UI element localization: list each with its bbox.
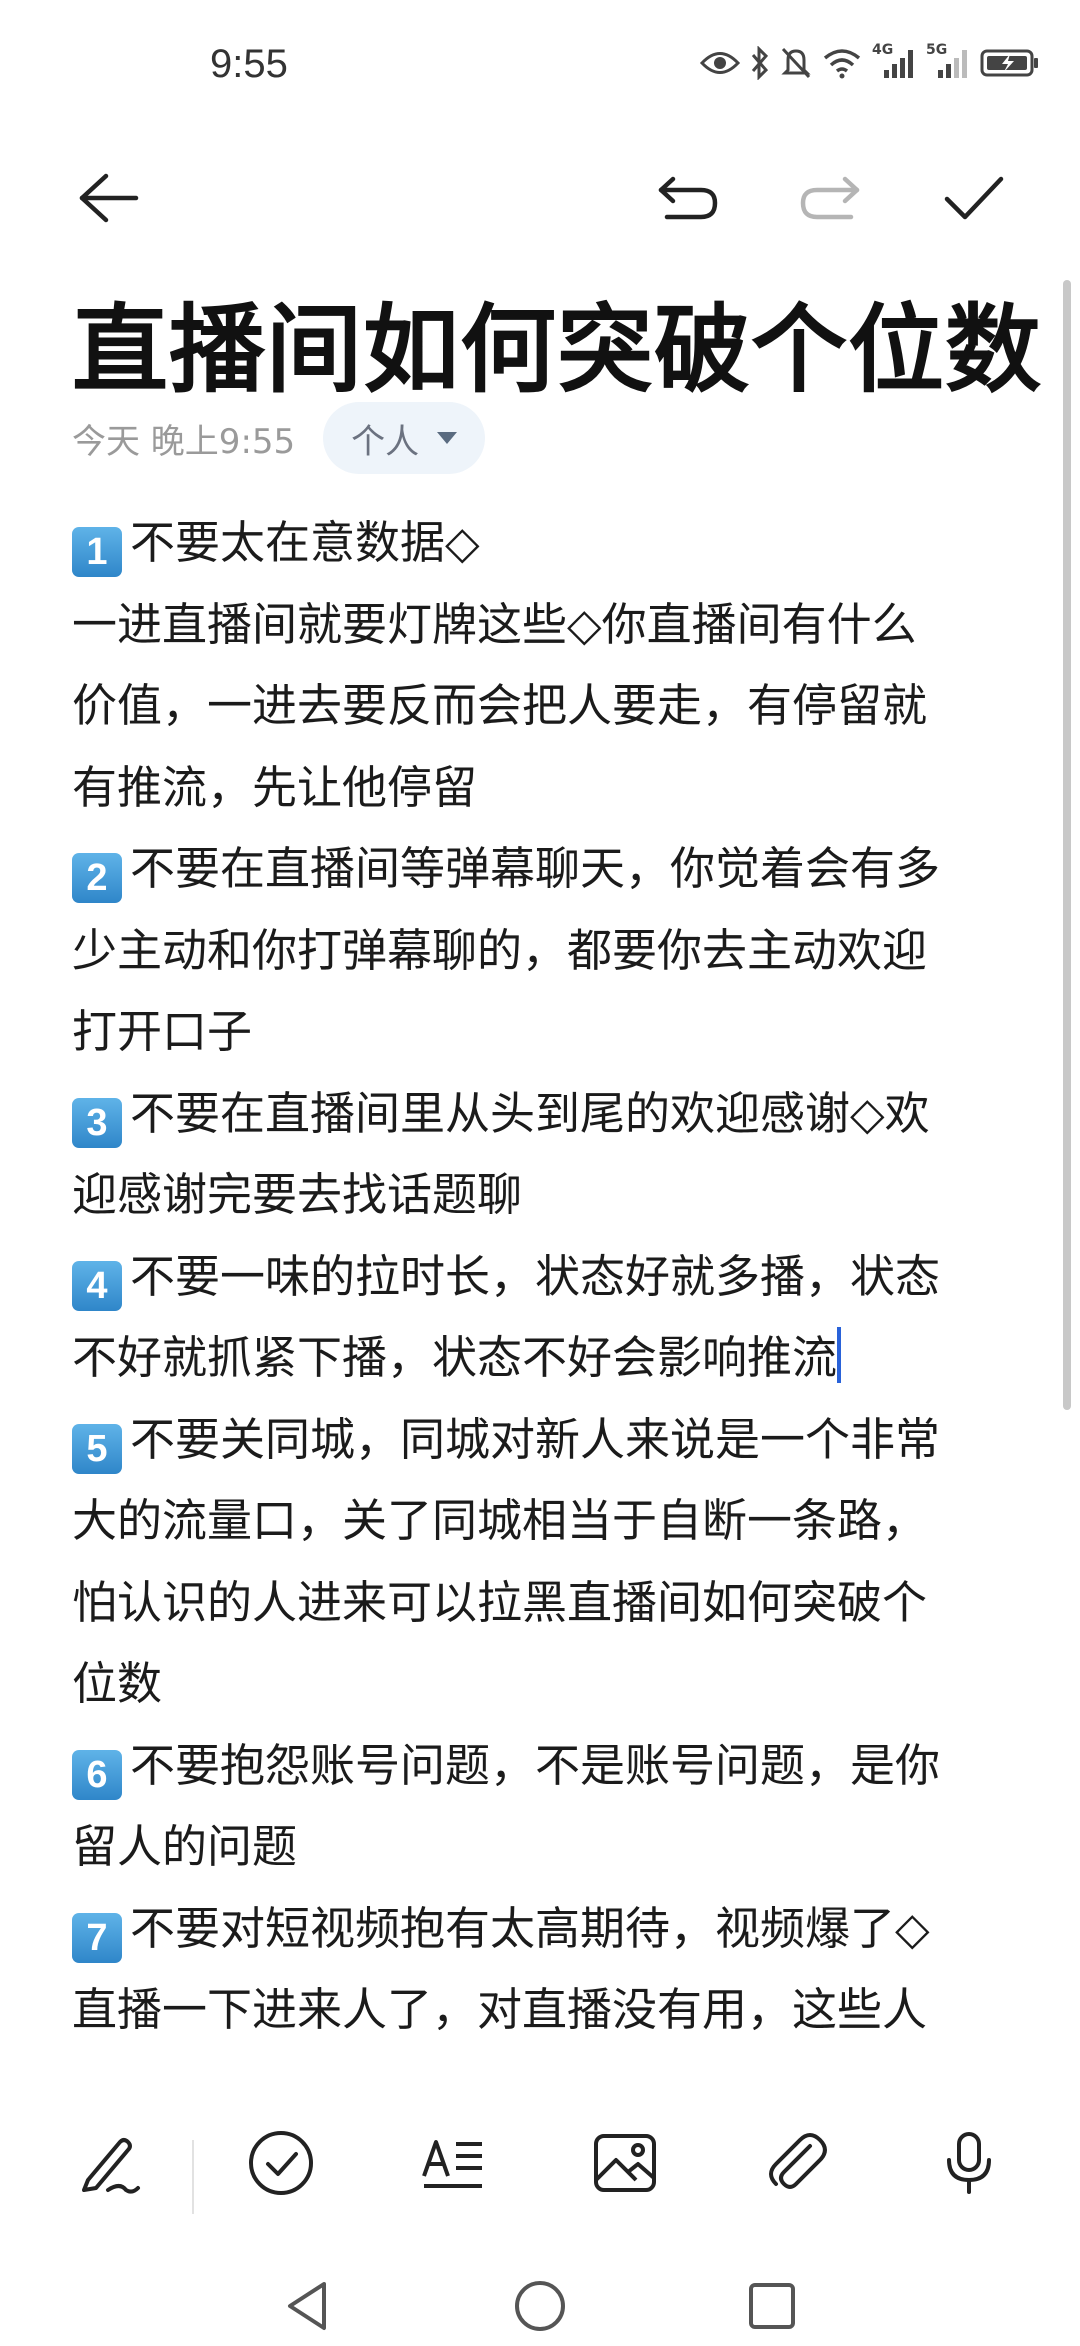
number-keycap-icon: 5 — [72, 1423, 122, 1474]
checklist-button[interactable] — [236, 2120, 326, 2210]
text-format-icon — [418, 2128, 488, 2202]
note-body[interactable]: 1 不要太在意数据◇ 一进直播间就要灯牌这些◇你直播间有什么 价值，一进去要反而会把人… — [72, 502, 1012, 2067]
note-line-text: 不好就抓紧下播，状态不好会影响推流 — [72, 1331, 838, 1384]
home-circle-icon — [512, 2278, 568, 2338]
note-line-text: 不要在直播间里从头到尾的欢迎感谢◇欢 — [130, 1086, 930, 1140]
note-line: 怕认识的人进来可以拉黑直播间如何突破个 — [72, 1562, 1012, 1644]
system-nav-bar — [0, 2270, 1080, 2346]
number-keycap-icon: 2 — [72, 853, 122, 903]
number-keycap-icon: 7 — [72, 1912, 122, 1963]
status-bar: 9:55 4G 5G — [0, 0, 1080, 140]
note-line: 位数 — [72, 1643, 1012, 1725]
number-keycap-icon: 3 — [72, 1097, 122, 1148]
note-line-text: 一进直播间就要灯牌这些◇你直播间有什么 — [72, 597, 917, 651]
note-line: 7 不要对短视频抱有太高期待，视频爆了◇ — [72, 1888, 1012, 1970]
attachment-button[interactable] — [752, 2120, 842, 2210]
microphone-icon — [934, 2128, 1004, 2202]
undo-icon — [653, 173, 723, 227]
checklist-icon — [246, 2128, 316, 2202]
note-line-text: 直播一下进来人了，对直播没有用，这些人 — [72, 1983, 928, 2036]
category-label: 个人 — [351, 421, 420, 462]
handwriting-button[interactable] — [64, 2120, 154, 2210]
status-time: 9:55 — [210, 42, 288, 86]
handwriting-icon — [74, 2128, 144, 2202]
note-line-text: 不要一味的拉时长，状态好就多播，状态 — [130, 1249, 941, 1303]
net-type-label: 4G — [872, 42, 894, 58]
bluetooth-icon — [750, 46, 770, 80]
note-meta: 今天 晚上9:55 个人 — [72, 402, 486, 474]
note-line-text: 迎感谢完要去找话题聊 — [72, 1168, 523, 1221]
scrollbar[interactable] — [1063, 280, 1071, 1410]
note-line: 4 不要一味的拉时长，状态好就多播，状态 — [72, 1236, 1012, 1318]
nav-recents-button[interactable] — [734, 2270, 810, 2346]
battery-charging-icon — [980, 48, 1040, 78]
note-line-text: 不要对短视频抱有太高期待，视频爆了◇ — [130, 1901, 930, 1955]
note-line-text: 位数 — [72, 1657, 163, 1710]
note-line-text: 不要抱怨账号问题，不是账号问题，是你 — [130, 1738, 941, 1792]
note-line: 5 不要关同城，同城对新人来说是一个非常 — [72, 1399, 1012, 1481]
note-line: 2 不要在直播间等弹幕聊天，你觉着会有多 — [72, 828, 1012, 910]
note-line-text: 大的流量口，关了同城相当于自断一条路， — [72, 1494, 928, 1547]
note-line-text: 少主动和你打弹幕聊的，都要你去主动欢迎 — [72, 923, 928, 977]
bottom-toolbar — [0, 2100, 1080, 2230]
note-line: 6 不要抱怨账号问题，不是账号问题，是你 — [72, 1725, 1012, 1807]
category-dropdown[interactable]: 个人 — [323, 402, 486, 474]
note-title[interactable]: 直播间如何突破个位数 — [72, 272, 1042, 411]
nav-back-button[interactable] — [270, 2270, 346, 2346]
undo-button[interactable] — [648, 160, 728, 240]
redo-button[interactable] — [790, 160, 870, 240]
note-line-text: 打开口子 — [72, 1005, 253, 1058]
note-line-text: 价值，一进去要反而会把人要走，有停留就 — [72, 679, 928, 732]
check-icon — [941, 173, 1007, 227]
editor-toolbar — [0, 150, 1080, 250]
note-line: 留人的问题 — [72, 1806, 1012, 1888]
note-line-text: 不要太在意数据◇ — [130, 516, 480, 569]
note-line: 少主动和你打弹幕聊的，都要你去主动欢迎 — [72, 910, 1012, 992]
wifi-icon — [822, 47, 862, 79]
nav-home-button[interactable] — [502, 2270, 578, 2346]
text-format-button[interactable] — [408, 2120, 498, 2210]
note-line: 打开口子 — [72, 991, 1012, 1073]
note-line: 3 不要在直播间里从头到尾的欢迎感谢◇欢 — [72, 1073, 1012, 1155]
note-line-text: 不要在直播间等弹幕聊天，你觉着会有多 — [130, 842, 941, 895]
net-type-label: 5G — [926, 42, 948, 58]
number-keycap-icon: 6 — [72, 1749, 122, 1800]
eye-icon — [700, 48, 740, 78]
note-line-text: 留人的问题 — [72, 1820, 298, 1873]
signal-4g-icon: 4G — [872, 42, 916, 80]
voice-button[interactable] — [924, 2120, 1014, 2210]
note-line-text: 是会刷掉很多的 — [72, 2065, 387, 2068]
chevron-down-icon — [437, 432, 458, 444]
recents-square-icon — [744, 2278, 800, 2338]
back-button[interactable] — [68, 160, 148, 240]
note-line: 不好就抓紧下播，状态不好会影响推流 — [72, 1317, 1012, 1399]
note-line-text: 怕认识的人进来可以拉黑直播间如何突破个 — [72, 1575, 928, 1629]
note-line: 是会刷掉很多的 — [72, 2051, 1012, 2068]
note-line: 迎感谢完要去找话题聊 — [72, 1154, 1012, 1236]
note-line-text: 不要关同城，同城对新人来说是一个非常 — [130, 1412, 941, 1466]
mute-bell-icon — [780, 46, 812, 80]
note-date: 今天 晚上9:55 — [72, 421, 296, 462]
redo-icon — [795, 173, 865, 227]
note-line: 直播一下进来人了，对直播没有用，这些人 — [72, 1969, 1012, 2051]
attachment-icon — [762, 2128, 832, 2202]
text-cursor — [837, 1327, 842, 1383]
number-keycap-icon: 1 — [72, 527, 122, 577]
note-line: 一进直播间就要灯牌这些◇你直播间有什么 — [72, 584, 1012, 666]
insert-image-button[interactable] — [580, 2120, 670, 2210]
arrow-left-icon — [76, 170, 140, 230]
note-line: 1 不要太在意数据◇ — [72, 502, 1012, 584]
back-triangle-icon — [280, 2278, 336, 2338]
signal-5g-icon: 5G — [926, 42, 970, 80]
tool-divider — [192, 2140, 194, 2214]
number-keycap-icon: 4 — [72, 1260, 122, 1311]
note-line-text: 有推流，先让他停留 — [72, 760, 478, 814]
note-line: 大的流量口，关了同城相当于自断一条路， — [72, 1480, 1012, 1562]
image-icon — [590, 2128, 660, 2202]
done-button[interactable] — [934, 160, 1014, 240]
note-line: 有推流，先让他停留 — [72, 747, 1012, 829]
status-icons: 4G 5G — [700, 42, 1040, 80]
note-line: 价值，一进去要反而会把人要走，有停留就 — [72, 665, 1012, 747]
